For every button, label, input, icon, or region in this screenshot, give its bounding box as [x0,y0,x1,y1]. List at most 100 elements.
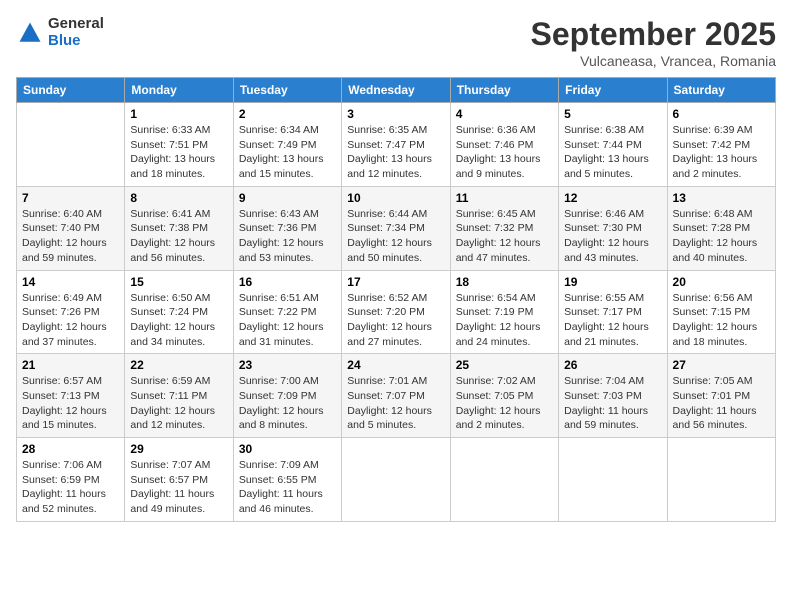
day-number: 10 [347,191,444,205]
day-info: Sunrise: 6:49 AMSunset: 7:26 PMDaylight:… [22,291,119,350]
day-info: Sunrise: 6:46 AMSunset: 7:30 PMDaylight:… [564,207,661,266]
logo-blue: Blue [48,33,104,50]
calendar-cell: 5 Sunrise: 6:38 AMSunset: 7:44 PMDaylight… [559,103,667,187]
day-number: 21 [22,358,119,372]
title-block: September 2025 Vulcaneasa, Vrancea, Roma… [531,16,776,69]
calendar-cell: 16 Sunrise: 6:51 AMSunset: 7:22 PMDayligh… [233,270,341,354]
calendar-week-4: 21 Sunrise: 6:57 AMSunset: 7:13 PMDayligh… [17,354,776,438]
day-info: Sunrise: 6:52 AMSunset: 7:20 PMDaylight:… [347,291,444,350]
calendar-cell: 27 Sunrise: 7:05 AMSunset: 7:01 PMDayligh… [667,354,775,438]
day-number: 18 [456,275,553,289]
calendar-cell: 13Sunrise: 6:48 AMSunset: 7:28 PMDayligh… [667,186,775,270]
day-info: Sunrise: 6:39 AMSunset: 7:42 PMDaylight:… [673,123,770,182]
calendar-cell [450,438,558,522]
day-number: 7 [22,191,119,205]
day-number: 26 [564,358,661,372]
day-number: 3 [347,107,444,121]
day-info: Sunrise: 6:51 AMSunset: 7:22 PMDaylight:… [239,291,336,350]
calendar-cell: 9Sunrise: 6:43 AMSunset: 7:36 PMDaylight… [233,186,341,270]
day-info: Sunrise: 6:45 AMSunset: 7:32 PMDaylight:… [456,207,553,266]
calendar-cell: 21 Sunrise: 6:57 AMSunset: 7:13 PMDayligh… [17,354,125,438]
calendar-cell: 7 Sunrise: 6:40 AMSunset: 7:40 PMDaylight… [17,186,125,270]
calendar-week-1: 1 Sunrise: 6:33 AMSunset: 7:51 PMDaylight… [17,103,776,187]
calendar-week-2: 7 Sunrise: 6:40 AMSunset: 7:40 PMDaylight… [17,186,776,270]
day-info: Sunrise: 6:48 AMSunset: 7:28 PMDaylight:… [673,207,770,266]
day-info: Sunrise: 7:07 AMSunset: 6:57 PMDaylight:… [130,458,227,517]
column-header-saturday: Saturday [667,78,775,103]
day-number: 9 [239,191,336,205]
calendar-cell [667,438,775,522]
day-info: Sunrise: 6:44 AMSunset: 7:34 PMDaylight:… [347,207,444,266]
day-info: Sunrise: 6:57 AMSunset: 7:13 PMDaylight:… [22,374,119,433]
day-info: Sunrise: 6:33 AMSunset: 7:51 PMDaylight:… [130,123,227,182]
day-number: 15 [130,275,227,289]
column-header-sunday: Sunday [17,78,125,103]
day-info: Sunrise: 7:06 AMSunset: 6:59 PMDaylight:… [22,458,119,517]
column-header-thursday: Thursday [450,78,558,103]
day-info: Sunrise: 7:02 AMSunset: 7:05 PMDaylight:… [456,374,553,433]
calendar-cell: 12 Sunrise: 6:46 AMSunset: 7:30 PMDayligh… [559,186,667,270]
day-info: Sunrise: 6:59 AMSunset: 7:11 PMDaylight:… [130,374,227,433]
day-number: 24 [347,358,444,372]
day-number: 20 [673,275,770,289]
day-info: Sunrise: 7:01 AMSunset: 7:07 PMDaylight:… [347,374,444,433]
day-info: Sunrise: 6:41 AMSunset: 7:38 PMDaylight:… [130,207,227,266]
day-info: Sunrise: 6:40 AMSunset: 7:40 PMDaylight:… [22,207,119,266]
day-info: Sunrise: 7:05 AMSunset: 7:01 PMDaylight:… [673,374,770,433]
day-info: Sunrise: 6:38 AMSunset: 7:44 PMDaylight:… [564,123,661,182]
calendar-header-row: SundayMondayTuesdayWednesdayThursdayFrid… [17,78,776,103]
day-number: 1 [130,107,227,121]
day-info: Sunrise: 6:34 AMSunset: 7:49 PMDaylight:… [239,123,336,182]
month-title: September 2025 [531,16,776,53]
logo-text: General Blue [48,16,104,49]
day-info: Sunrise: 6:55 AMSunset: 7:17 PMDaylight:… [564,291,661,350]
day-info: Sunrise: 6:54 AMSunset: 7:19 PMDaylight:… [456,291,553,350]
column-header-monday: Monday [125,78,233,103]
calendar-cell: 22Sunrise: 6:59 AMSunset: 7:11 PMDayligh… [125,354,233,438]
calendar-cell: 23Sunrise: 7:00 AMSunset: 7:09 PMDayligh… [233,354,341,438]
day-number: 5 [564,107,661,121]
column-header-wednesday: Wednesday [342,78,450,103]
calendar-cell: 24 Sunrise: 7:01 AMSunset: 7:07 PMDayligh… [342,354,450,438]
calendar-cell: 29Sunrise: 7:07 AMSunset: 6:57 PMDayligh… [125,438,233,522]
calendar-cell: 14 Sunrise: 6:49 AMSunset: 7:26 PMDayligh… [17,270,125,354]
location: Vulcaneasa, Vrancea, Romania [531,53,776,69]
column-header-tuesday: Tuesday [233,78,341,103]
calendar-cell: 10 Sunrise: 6:44 AMSunset: 7:34 PMDayligh… [342,186,450,270]
day-number: 19 [564,275,661,289]
calendar-cell: 26 Sunrise: 7:04 AMSunset: 7:03 PMDayligh… [559,354,667,438]
calendar-cell: 19 Sunrise: 6:55 AMSunset: 7:17 PMDayligh… [559,270,667,354]
day-number: 12 [564,191,661,205]
day-number: 14 [22,275,119,289]
day-info: Sunrise: 6:36 AMSunset: 7:46 PMDaylight:… [456,123,553,182]
day-number: 8 [130,191,227,205]
page-header: General Blue September 2025 Vulcaneasa, … [16,16,776,69]
day-info: Sunrise: 6:56 AMSunset: 7:15 PMDaylight:… [673,291,770,350]
calendar-cell: 17 Sunrise: 6:52 AMSunset: 7:20 PMDayligh… [342,270,450,354]
calendar-cell [559,438,667,522]
logo: General Blue [16,16,104,49]
calendar-week-5: 28 Sunrise: 7:06 AMSunset: 6:59 PMDayligh… [17,438,776,522]
calendar-cell [17,103,125,187]
day-number: 28 [22,442,119,456]
calendar-cell [342,438,450,522]
calendar-cell: 30 Sunrise: 7:09 AMSunset: 6:55 PMDayligh… [233,438,341,522]
day-number: 27 [673,358,770,372]
day-info: Sunrise: 6:35 AMSunset: 7:47 PMDaylight:… [347,123,444,182]
day-info: Sunrise: 7:04 AMSunset: 7:03 PMDaylight:… [564,374,661,433]
calendar-cell: 3 Sunrise: 6:35 AMSunset: 7:47 PMDaylight… [342,103,450,187]
calendar-cell: 1 Sunrise: 6:33 AMSunset: 7:51 PMDaylight… [125,103,233,187]
column-header-friday: Friday [559,78,667,103]
day-number: 17 [347,275,444,289]
day-number: 30 [239,442,336,456]
calendar-cell: 28 Sunrise: 7:06 AMSunset: 6:59 PMDayligh… [17,438,125,522]
logo-general: General [48,16,104,33]
calendar-cell: 18 Sunrise: 6:54 AMSunset: 7:19 PMDayligh… [450,270,558,354]
day-info: Sunrise: 7:09 AMSunset: 6:55 PMDaylight:… [239,458,336,517]
calendar-table: SundayMondayTuesdayWednesdayThursdayFrid… [16,77,776,522]
calendar-cell: 4Sunrise: 6:36 AMSunset: 7:46 PMDaylight… [450,103,558,187]
day-number: 16 [239,275,336,289]
calendar-cell: 15Sunrise: 6:50 AMSunset: 7:24 PMDayligh… [125,270,233,354]
calendar-cell: 20 Sunrise: 6:56 AMSunset: 7:15 PMDayligh… [667,270,775,354]
calendar-cell: 6Sunrise: 6:39 AMSunset: 7:42 PMDaylight… [667,103,775,187]
